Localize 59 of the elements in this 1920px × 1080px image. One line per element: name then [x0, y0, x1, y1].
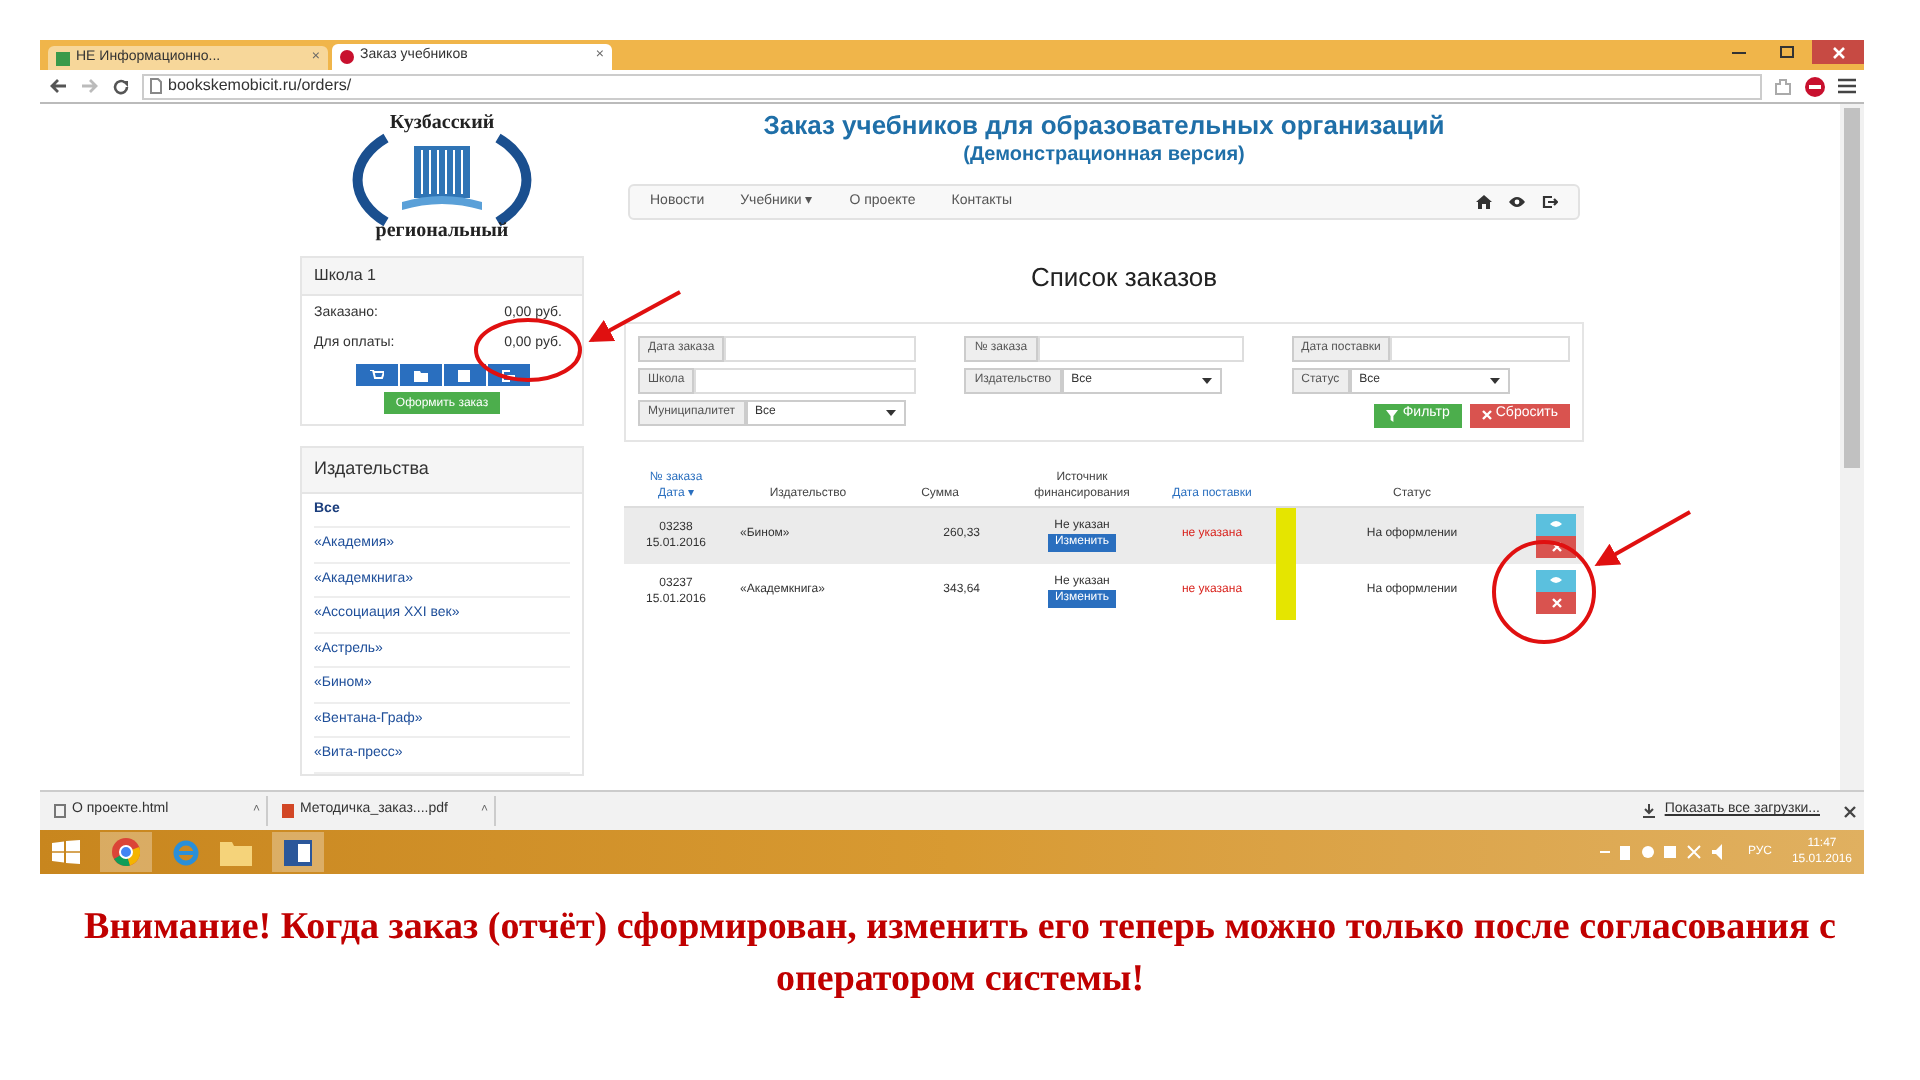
url-text: bookskemobicit.ru/orders/ [168, 78, 352, 94]
eye-icon [1550, 520, 1562, 528]
sign-out-icon[interactable] [1542, 194, 1558, 210]
sign-out-icon [501, 369, 515, 381]
close-button[interactable] [1812, 40, 1864, 64]
filter-input[interactable] [1037, 335, 1244, 361]
eye-icon [1550, 576, 1562, 584]
chrome-icon [112, 838, 140, 866]
home-icon[interactable] [1476, 194, 1492, 210]
word-taskbar-button[interactable] [272, 832, 324, 872]
page-subtitle: (Демонстрационная версия) [963, 142, 1245, 168]
status-bar-marker [1276, 507, 1296, 563]
panel-title: Издательства [302, 448, 582, 493]
status-bar-marker [1276, 563, 1296, 619]
filter-input[interactable] [1390, 335, 1570, 361]
warning-caption: Внимание! Когда заказ (отчёт) сформирован, изменить его теперь можно только после согласования с оператором системы! [82, 904, 1838, 1004]
caret-icon [1201, 377, 1212, 383]
tray-icons-drawing [1599, 844, 1728, 860]
panel-title: Школа 1 [302, 258, 582, 296]
caret-icon [1489, 377, 1500, 383]
file-icon [282, 804, 294, 818]
folder-button[interactable] [399, 364, 441, 386]
document-icon [284, 839, 312, 865]
cart-button[interactable] [355, 364, 397, 386]
back-arrow-icon[interactable] [48, 78, 68, 94]
annotation-arrow [588, 290, 681, 342]
logo-text: Кузбасский [389, 112, 495, 134]
book-button[interactable] [443, 364, 485, 386]
cart-icon [369, 369, 383, 381]
windows-logo-icon[interactable] [52, 840, 80, 864]
eye-icon[interactable] [1508, 196, 1526, 208]
annotation-circle [1492, 540, 1596, 644]
page-icon [150, 78, 162, 94]
scrollbar-thumb[interactable] [1844, 108, 1860, 468]
logo-text: региональный [375, 220, 509, 242]
annotation-circle [474, 318, 582, 382]
stop-sign-icon[interactable] [1804, 75, 1826, 97]
filter-input[interactable] [694, 367, 917, 393]
caret-icon [885, 409, 896, 415]
close-icon [1481, 410, 1492, 420]
close-icon[interactable] [1844, 805, 1856, 817]
favicon-icon [340, 50, 354, 64]
close-icon [1551, 597, 1561, 607]
chrome-taskbar-button[interactable] [100, 832, 152, 872]
orders-heading: Список заказов [1030, 260, 1218, 296]
page-title: Заказ учебников для образовательных организаций [763, 110, 1445, 142]
address-field[interactable]: bookskemobicit.ru/orders/ [142, 73, 1762, 99]
menu-icon[interactable] [1838, 78, 1856, 94]
delete-button[interactable] [1536, 591, 1576, 613]
funnel-icon [1386, 409, 1399, 421]
favicon-icon [56, 51, 70, 65]
close-icon [1831, 45, 1845, 59]
file-icon [54, 804, 66, 818]
annotation-arrow [1594, 510, 1691, 566]
filter-input[interactable] [724, 335, 917, 361]
close-icon [1551, 541, 1561, 551]
download-icon [1642, 804, 1657, 818]
reload-icon[interactable] [112, 77, 130, 95]
folder-icon [413, 369, 427, 381]
